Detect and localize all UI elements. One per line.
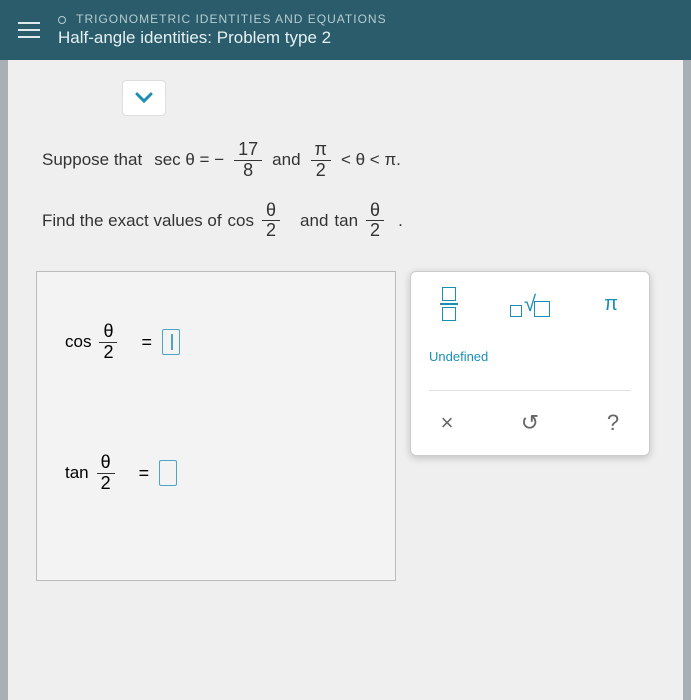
content-area: Suppose that sec θ = − 17 8 and π 2 < θ … <box>8 60 683 700</box>
problem-statement: Suppose that sec θ = − 17 8 and π 2 < θ … <box>8 140 683 241</box>
fraction-17-8: 17 8 <box>234 140 262 181</box>
tan-half-theta: tan θ 2 <box>334 201 388 242</box>
problem-line-1: Suppose that sec θ = − 17 8 and π 2 < θ … <box>36 140 655 181</box>
page-title: Half-angle identities: Problem type 2 <box>58 28 673 48</box>
fraction-tool[interactable] <box>429 286 469 322</box>
period: . <box>398 211 403 231</box>
cos-half-theta: cos θ 2 <box>228 201 284 242</box>
equals: = <box>139 463 150 484</box>
breadcrumb-label: TRIGONOMETRIC IDENTITIES AND EQUATIONS <box>76 12 386 26</box>
text: and <box>300 211 328 231</box>
breadcrumb: TRIGONOMETRIC IDENTITIES AND EQUATIONS <box>58 12 673 26</box>
inequality: < θ < π. <box>341 150 401 170</box>
reset-button[interactable]: ↺ <box>512 405 548 441</box>
breadcrumb-bullet-icon <box>58 16 66 24</box>
tan-label: tan θ 2 <box>65 453 119 494</box>
pi-tool[interactable]: π <box>591 286 631 322</box>
sec-expr: sec θ = − <box>154 150 224 170</box>
clear-button[interactable]: × <box>429 405 465 441</box>
nth-root-tool[interactable]: √ <box>510 286 550 322</box>
help-button[interactable]: ? <box>595 405 631 441</box>
tan-input[interactable] <box>159 460 177 486</box>
answer-area: cos θ 2 = tan θ 2 = <box>8 271 683 581</box>
math-toolbox: √ π Undefined × ↺ ? <box>410 271 650 456</box>
menu-icon[interactable] <box>18 17 40 43</box>
fraction-pi-2: π 2 <box>311 140 331 181</box>
text: Find the exact values of <box>42 211 222 231</box>
equals: = <box>141 332 152 353</box>
text: Suppose that <box>42 150 142 170</box>
tan-answer-row: tan θ 2 = <box>65 453 367 494</box>
problem-line-2: Find the exact values of cos θ 2 and tan… <box>36 201 655 242</box>
cos-answer-row: cos θ 2 = <box>65 322 367 363</box>
text: and <box>272 150 300 170</box>
header-text: TRIGONOMETRIC IDENTITIES AND EQUATIONS H… <box>58 12 673 48</box>
expand-button[interactable] <box>122 80 166 116</box>
cos-input[interactable] <box>162 329 180 355</box>
app-header: TRIGONOMETRIC IDENTITIES AND EQUATIONS H… <box>0 0 691 60</box>
chevron-down-icon <box>135 92 153 104</box>
cos-label: cos θ 2 <box>65 322 121 363</box>
undefined-tool[interactable]: Undefined <box>429 338 488 374</box>
answer-box: cos θ 2 = tan θ 2 = <box>36 271 396 581</box>
